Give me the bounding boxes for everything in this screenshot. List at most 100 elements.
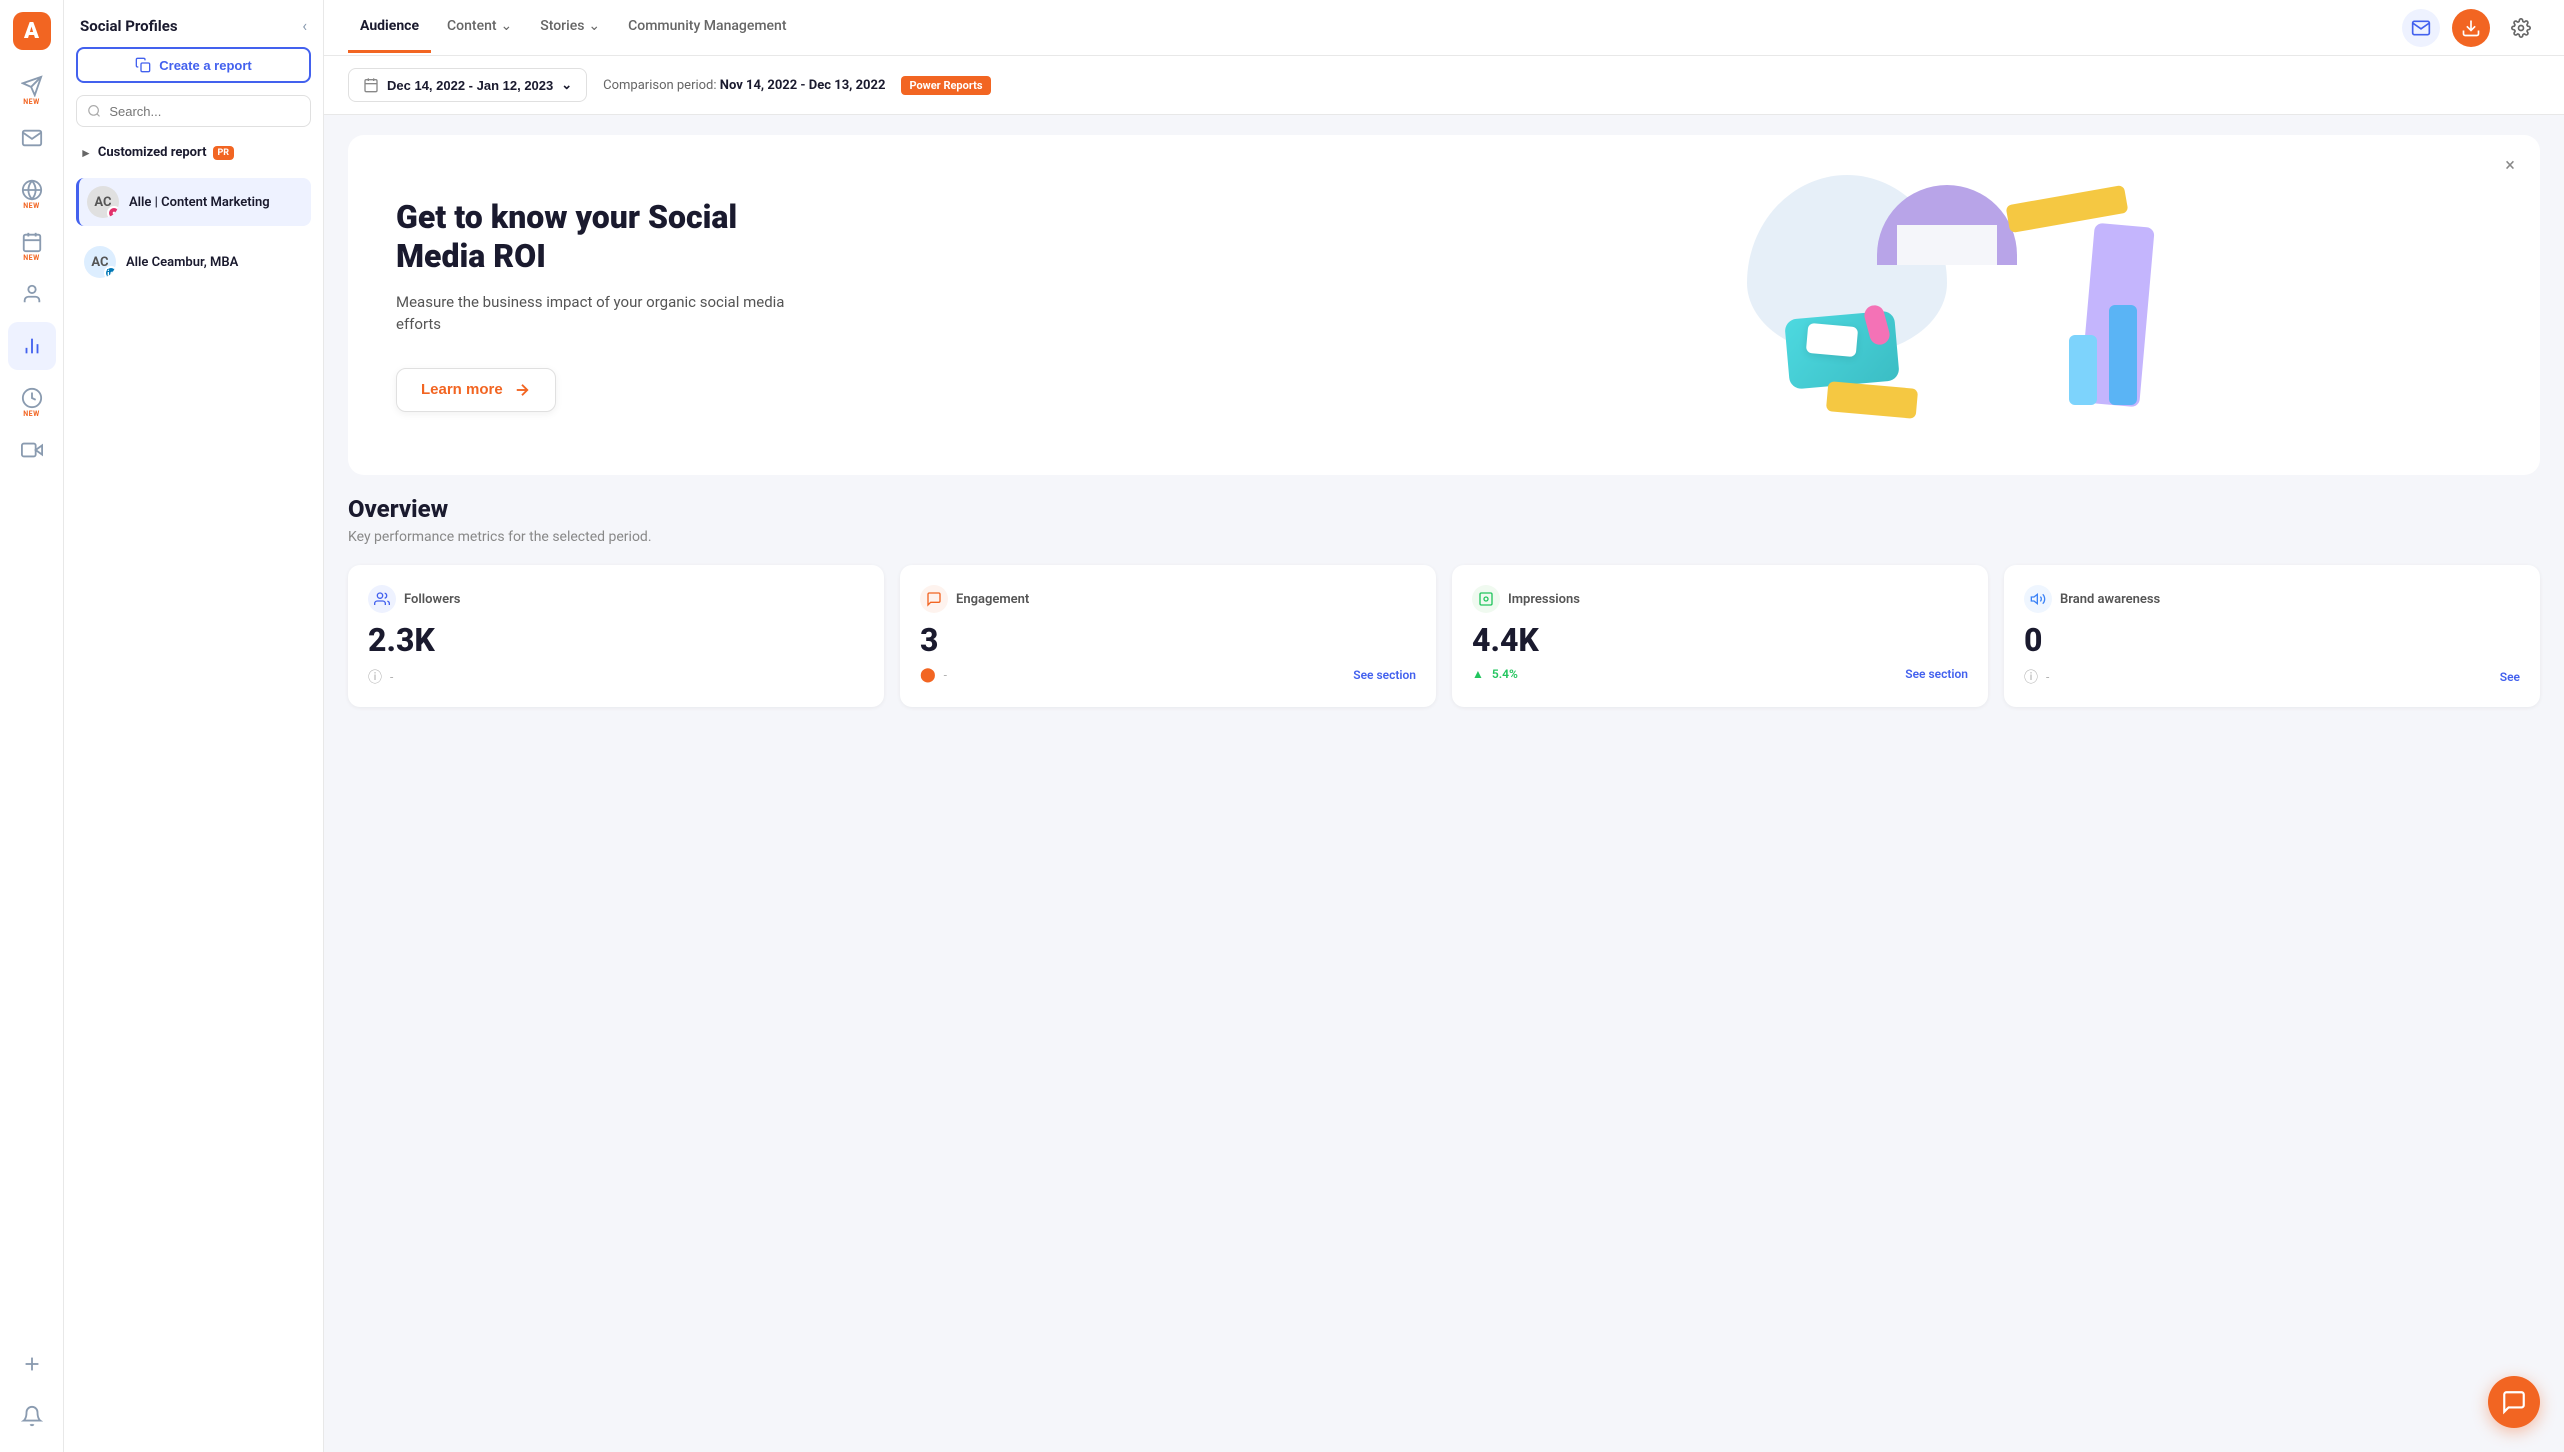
nav-icon-dashboard[interactable]: NEW bbox=[8, 374, 56, 422]
sidebar-collapse-btn[interactable]: ‹ bbox=[302, 16, 307, 35]
pr-badge: PR bbox=[213, 146, 235, 160]
new-badge-calendar: NEW bbox=[23, 254, 40, 262]
mail-button[interactable] bbox=[2402, 9, 2440, 47]
overview-title: Overview bbox=[348, 495, 2540, 523]
icon-nav: A NEW NEW NEW NEW bbox=[0, 0, 64, 1452]
search-box[interactable] bbox=[76, 95, 311, 127]
nav-icon-notifications[interactable] bbox=[8, 1392, 56, 1440]
new-badge-social: NEW bbox=[23, 202, 40, 210]
instagram-icon bbox=[110, 209, 118, 217]
metric-card-followers: Followers 2.3K ⓘ - bbox=[348, 565, 884, 707]
new-badge-publish: NEW bbox=[23, 98, 40, 106]
chat-icon bbox=[2501, 1389, 2527, 1415]
see-section-brand[interactable]: See bbox=[2500, 670, 2520, 684]
neutral-icon-engagement: ⬤ bbox=[920, 667, 936, 683]
date-range-text: Dec 14, 2022 - Jan 12, 2023 bbox=[387, 78, 553, 93]
engagement-value: 3 bbox=[920, 621, 1416, 659]
nav-icon-analytics[interactable] bbox=[8, 322, 56, 370]
metric-header-impressions: Impressions bbox=[1472, 585, 1968, 613]
sidebar-title: Social Profiles bbox=[80, 17, 178, 35]
chevron-down-icon-content: ⌄ bbox=[501, 18, 513, 34]
banner-content: Get to know your Social Media ROI Measur… bbox=[348, 150, 868, 460]
arrow-right-icon bbox=[513, 381, 531, 399]
metrics-grid: Followers 2.3K ⓘ - Engagement 3 ⬤ bbox=[348, 565, 2540, 707]
banner-illustration bbox=[1334, 135, 2540, 475]
top-nav: Audience Content ⌄ Stories ⌄ Community M… bbox=[324, 0, 2564, 56]
nav-icon-video[interactable] bbox=[8, 426, 56, 474]
profile-avatar-1: AC bbox=[84, 246, 116, 278]
create-report-icon bbox=[135, 57, 151, 73]
impressions-change: 5.4% bbox=[1492, 667, 1518, 681]
blue-bar2-shape bbox=[2069, 335, 2097, 405]
followers-value: 2.3K bbox=[368, 621, 864, 659]
profile-avatar-0: AC bbox=[87, 186, 119, 218]
chat-bubble[interactable] bbox=[2488, 1376, 2540, 1428]
linkedin-icon bbox=[107, 269, 115, 277]
yellow-obj-shape bbox=[1826, 381, 1918, 419]
metric-header-engagement: Engagement bbox=[920, 585, 1416, 613]
metric-card-engagement: Engagement 3 ⬤ - See section bbox=[900, 565, 1436, 707]
chevron-down-icon-stories: ⌄ bbox=[588, 18, 600, 34]
see-section-impressions[interactable]: See section bbox=[1905, 667, 1968, 681]
profile-item-1[interactable]: AC Alle Ceambur, MBA bbox=[76, 238, 311, 286]
see-section-engagement[interactable]: See section bbox=[1353, 668, 1416, 682]
brand-footer: ⓘ - See bbox=[2024, 667, 2520, 687]
comparison-range: Nov 14, 2022 - Dec 13, 2022 bbox=[720, 78, 886, 93]
mail-icon bbox=[2411, 18, 2431, 38]
tab-content[interactable]: Content ⌄ bbox=[435, 2, 524, 53]
roi-banner: Get to know your Social Media ROI Measur… bbox=[348, 135, 2540, 475]
banner-close-button[interactable]: × bbox=[2496, 151, 2524, 179]
chevron-right-icon: ► bbox=[80, 146, 92, 160]
download-button[interactable] bbox=[2452, 9, 2490, 47]
nav-icon-social[interactable]: NEW bbox=[8, 166, 56, 214]
profile-name-1: Alle Ceambur, MBA bbox=[126, 255, 238, 270]
white-obj-shape bbox=[1806, 323, 1858, 357]
brand-icon bbox=[2024, 585, 2052, 613]
sidebar: Social Profiles ‹ Create a report ► Cust… bbox=[64, 0, 324, 1452]
settings-icon bbox=[2511, 18, 2531, 38]
info-icon-brand: ⓘ bbox=[2024, 667, 2038, 687]
main-content: Audience Content ⌄ Stories ⌄ Community M… bbox=[324, 0, 2564, 1452]
nav-icon-users[interactable] bbox=[8, 270, 56, 318]
followers-icon bbox=[368, 585, 396, 613]
change-up-icon-impressions: ▲ bbox=[1472, 667, 1484, 681]
metric-card-brand: Brand awareness 0 ⓘ - See bbox=[2004, 565, 2540, 707]
nav-icon-add[interactable] bbox=[8, 1340, 56, 1388]
impressions-icon bbox=[1472, 585, 1500, 613]
illustration-shapes bbox=[1727, 165, 2147, 445]
nav-icon-calendar[interactable]: NEW bbox=[8, 218, 56, 266]
info-icon-followers: ⓘ bbox=[368, 667, 382, 687]
nav-icon-publish[interactable]: NEW bbox=[8, 62, 56, 110]
top-nav-actions bbox=[2402, 9, 2540, 47]
new-badge-dashboard: NEW bbox=[23, 410, 40, 418]
profile-name-0: Alle | Content Marketing bbox=[129, 195, 270, 210]
banner-title: Get to know your Social Media ROI bbox=[396, 198, 820, 275]
chevron-down-icon-date: ⌄ bbox=[561, 77, 572, 93]
engagement-footer: ⬤ - See section bbox=[920, 667, 1416, 683]
create-report-button[interactable]: Create a report bbox=[76, 47, 311, 83]
nav-tabs: Audience Content ⌄ Stories ⌄ Community M… bbox=[348, 2, 799, 53]
overview-subtitle: Key performance metrics for the selected… bbox=[348, 529, 2540, 545]
settings-button[interactable] bbox=[2502, 9, 2540, 47]
date-range-button[interactable]: Dec 14, 2022 - Jan 12, 2023 ⌄ bbox=[348, 68, 587, 102]
engagement-icon bbox=[920, 585, 948, 613]
search-icon bbox=[87, 103, 101, 119]
tab-audience[interactable]: Audience bbox=[348, 2, 431, 53]
impressions-value: 4.4K bbox=[1472, 621, 1968, 659]
tab-community[interactable]: Community Management bbox=[616, 2, 798, 53]
calendar-icon bbox=[363, 77, 379, 93]
banner-subtitle: Measure the business impact of your orga… bbox=[396, 291, 820, 336]
app-logo: A bbox=[13, 12, 51, 50]
power-reports-badge: Power Reports bbox=[901, 76, 990, 95]
overview-section: Overview Key performance metrics for the… bbox=[324, 495, 2564, 731]
nav-icon-inbox[interactable] bbox=[8, 114, 56, 162]
learn-more-button[interactable]: Learn more bbox=[396, 368, 556, 412]
download-icon bbox=[2461, 18, 2481, 38]
search-input[interactable] bbox=[109, 104, 300, 119]
profile-item-0[interactable]: AC Alle | Content Marketing bbox=[76, 178, 311, 226]
customized-report-section[interactable]: ► Customized report PR bbox=[76, 139, 311, 166]
platform-badge-0 bbox=[107, 206, 119, 218]
tab-stories[interactable]: Stories ⌄ bbox=[528, 2, 612, 53]
impressions-footer: ▲ 5.4% See section bbox=[1472, 667, 1968, 681]
brand-value: 0 bbox=[2024, 621, 2520, 659]
